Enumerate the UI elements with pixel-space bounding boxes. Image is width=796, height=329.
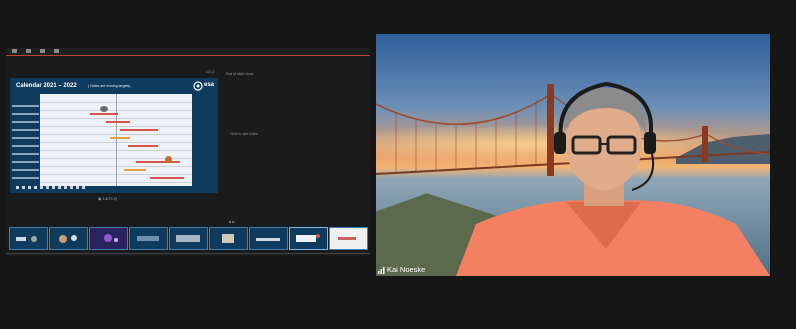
toolbar-icon[interactable] — [12, 49, 17, 53]
eclipse-marker — [100, 106, 108, 112]
slide-footer-icons — [16, 186, 212, 189]
esa-logo-text: esa — [204, 82, 215, 88]
presenter-status-bar: 13:13 — [6, 70, 370, 78]
slide-title: Calendar 2021 – 2022 — [16, 83, 77, 89]
slide-thumbnail-strip — [9, 227, 368, 251]
current-slide[interactable]: Calendar 2021 – 2022 ( Dates are moving … — [10, 78, 218, 193]
slide-subtitle: ( Dates are moving targets) — [88, 84, 131, 88]
slide-thumbnail[interactable] — [9, 227, 48, 250]
speaker-notes[interactable]: Click to add notes — [230, 132, 258, 136]
slide-thumbnail-current[interactable] — [289, 227, 328, 250]
strip-divider — [6, 253, 370, 254]
participant-person — [456, 81, 770, 276]
slide-thumbnail[interactable] — [209, 227, 248, 250]
presenter-toolbar — [6, 48, 370, 55]
slide-thumbnail[interactable] — [129, 227, 168, 250]
screen-share-window: 13:13 Calendar 2021 – 2022 ( Dates are m… — [6, 48, 370, 256]
slide-thumbnail[interactable] — [89, 227, 128, 250]
toolbar-icon[interactable] — [54, 49, 59, 53]
slide-counter[interactable]: ◉ 13/73 ◎ — [98, 196, 117, 201]
strip-scroll-arrows[interactable]: ◀ ▶ — [228, 219, 235, 224]
esa-logo-icon — [193, 81, 203, 91]
slide-thumbnail[interactable] — [329, 227, 368, 250]
toolbar-icon[interactable] — [40, 49, 45, 53]
toolbar-divider — [6, 55, 370, 56]
participant-video[interactable] — [376, 34, 770, 276]
slide-thumbnail[interactable] — [169, 227, 208, 250]
next-slide-preview: End of slide show — [226, 72, 254, 76]
toolbar-icon[interactable] — [26, 49, 31, 53]
signal-bars-icon — [378, 267, 385, 274]
slide-thumbnail[interactable] — [249, 227, 288, 250]
eclipse-marker — [165, 156, 172, 163]
calendar-gantt-grid — [12, 94, 192, 186]
presenter-time: 13:13 — [206, 70, 215, 74]
slide-thumbnail[interactable] — [49, 227, 88, 250]
participant-name-label: Kai Noeske — [387, 265, 426, 274]
